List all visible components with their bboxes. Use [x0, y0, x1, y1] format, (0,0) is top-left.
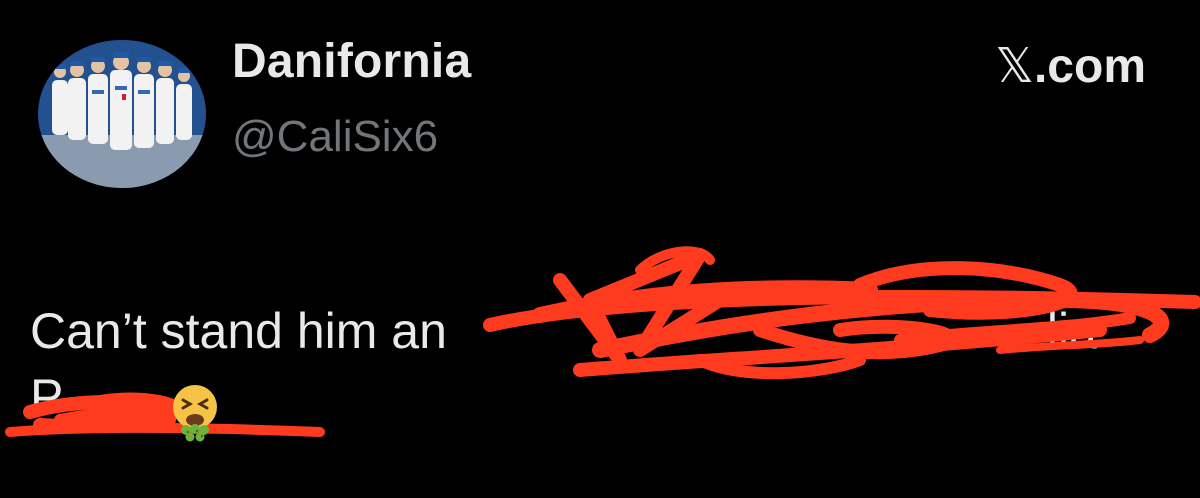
tweet-line2-start: P: [30, 369, 64, 425]
avatar[interactable]: [38, 40, 206, 188]
tweet-visible-text: Can’t stand him an: [30, 303, 447, 359]
display-name[interactable]: Danifornia: [232, 34, 471, 89]
team-photo-image: [38, 40, 206, 188]
tweet-line1-suffix: lia: [1046, 303, 1097, 359]
user-handle[interactable]: @CaliSix6: [232, 112, 438, 162]
site-label: 𝕏.com: [995, 38, 1146, 94]
vomiting-face-emoji-icon: [173, 385, 217, 442]
x-logo-icon: 𝕏: [995, 38, 1034, 94]
site-domain: .com: [1033, 40, 1146, 93]
